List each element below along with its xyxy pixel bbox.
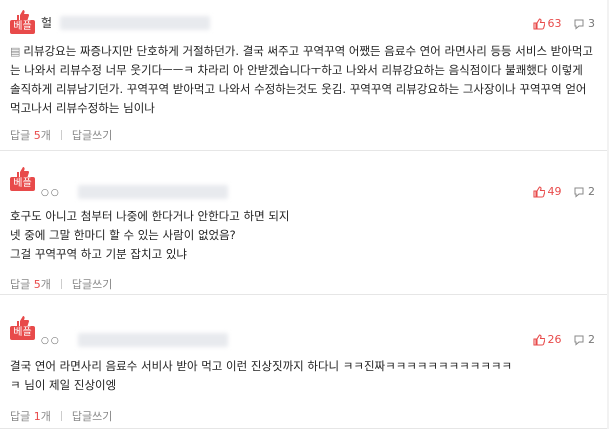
write-reply-link[interactable]: 답글쓰기 bbox=[72, 129, 112, 142]
comment-text: 호구도 아니고 첨부터 나중에 한다거나 안한다고 하면 되지 넷 중에 그말 … bbox=[10, 207, 593, 264]
reply-number: 5 bbox=[33, 129, 41, 142]
blurred-username bbox=[60, 16, 210, 30]
comment-line: ㅋ 님이 제일 진상이엥 bbox=[10, 378, 117, 392]
speech-bubble-icon bbox=[574, 187, 584, 198]
thumbs-up-icon bbox=[532, 18, 545, 30]
best-badge: 베플 bbox=[10, 316, 35, 340]
reply-number: 5 bbox=[33, 278, 41, 291]
like-button[interactable]: 26 bbox=[532, 333, 562, 347]
reply-toggle[interactable]: 답글 5개 bbox=[10, 129, 51, 142]
reply-toggle[interactable]: 답글 5개 bbox=[10, 278, 51, 291]
best-label: 베플 bbox=[10, 20, 35, 34]
comment-body: 리뷰강요는 짜증나지만 단호하게 거절하던가. 결국 써주고 꾸역꾸역 어쨌든 … bbox=[10, 44, 593, 115]
comment-stats: 26 2 bbox=[525, 333, 595, 350]
comment-item: 베플 헐 63 3 ▤ 리뷰강요는 짜증나지만 단호하게 거절하던가. 결국 써주… bbox=[0, 0, 607, 151]
divider bbox=[60, 411, 62, 421]
write-reply-link[interactable]: 답글쓰기 bbox=[72, 278, 112, 291]
comment-stats: 63 3 bbox=[525, 17, 595, 34]
reply-count: 3 bbox=[588, 17, 595, 30]
comment-item: 베플 ○○ 26 2 결국 연어 라면사리 음료수 서비사 받아 먹고 이런 진… bbox=[0, 294, 607, 429]
comment-footer: 답글 1개 답글쓰기 bbox=[10, 410, 112, 424]
best-label: 베플 bbox=[10, 177, 35, 191]
like-count: 63 bbox=[547, 17, 562, 30]
comment-text: ▤ 리뷰강요는 짜증나지만 단호하게 거절하던가. 결국 써주고 꾸역꾸역 어쨌든… bbox=[10, 42, 593, 118]
comment-line: 호구도 아니고 첨부터 나중에 한다거나 안한다고 하면 되지 bbox=[10, 209, 290, 223]
best-badge: 베플 bbox=[10, 167, 35, 191]
reply-count: 2 bbox=[588, 333, 595, 346]
comment-stats: 49 2 bbox=[525, 185, 595, 202]
like-count: 26 bbox=[547, 333, 562, 346]
divider bbox=[60, 130, 62, 140]
replies-button[interactable]: 2 bbox=[573, 333, 595, 347]
divider bbox=[60, 279, 62, 289]
comment-line: 넷 중에 그말 한마디 할 수 있는 사람이 없었음? bbox=[10, 228, 236, 242]
comment-item: 베플 ○○ 49 2 호구도 아니고 첨부터 나중에 한다거나 안한다고 하면 … bbox=[0, 150, 607, 295]
replies-button[interactable]: 3 bbox=[573, 17, 595, 31]
like-count: 49 bbox=[547, 185, 562, 198]
like-button[interactable]: 63 bbox=[532, 17, 562, 31]
write-reply-link[interactable]: 답글쓰기 bbox=[72, 410, 112, 423]
nickname[interactable]: 헐 bbox=[41, 15, 52, 31]
like-button[interactable]: 49 bbox=[532, 185, 562, 199]
blurred-username bbox=[78, 333, 228, 347]
speech-bubble-icon bbox=[574, 335, 584, 346]
nickname[interactable]: ○○ bbox=[41, 331, 61, 349]
reply-number: 1 bbox=[33, 410, 41, 423]
comment-text: 결국 연어 라면사리 음료수 서비사 받아 먹고 이런 진상짓까지 하다니 ㅋㅋ… bbox=[10, 357, 593, 395]
blurred-username bbox=[78, 185, 228, 199]
reply-toggle[interactable]: 답글 1개 bbox=[10, 410, 51, 423]
best-badge: 베플 bbox=[10, 10, 35, 34]
reply-count: 2 bbox=[588, 185, 595, 198]
comment-line: 결국 연어 라면사리 음료수 서비사 받아 먹고 이런 진상짓까지 하다니 ㅋㅋ… bbox=[10, 359, 513, 373]
member-icons: ○○ bbox=[41, 336, 61, 346]
thumbs-up-icon bbox=[532, 334, 545, 346]
nickname[interactable]: ○○ bbox=[41, 183, 61, 201]
comment-footer: 답글 5개 답글쓰기 bbox=[10, 129, 112, 143]
document-icon: ▤ bbox=[10, 45, 21, 58]
comment-footer: 답글 5개 답글쓰기 bbox=[10, 278, 112, 292]
replies-button[interactable]: 2 bbox=[573, 185, 595, 199]
member-icons: ○○ bbox=[41, 188, 61, 198]
comment-line: 그걸 꾸역꾸역 하고 기분 잡치고 있냐 bbox=[10, 247, 187, 261]
thumbs-up-icon bbox=[532, 186, 545, 198]
best-label: 베플 bbox=[10, 326, 35, 340]
speech-bubble-icon bbox=[574, 19, 584, 30]
